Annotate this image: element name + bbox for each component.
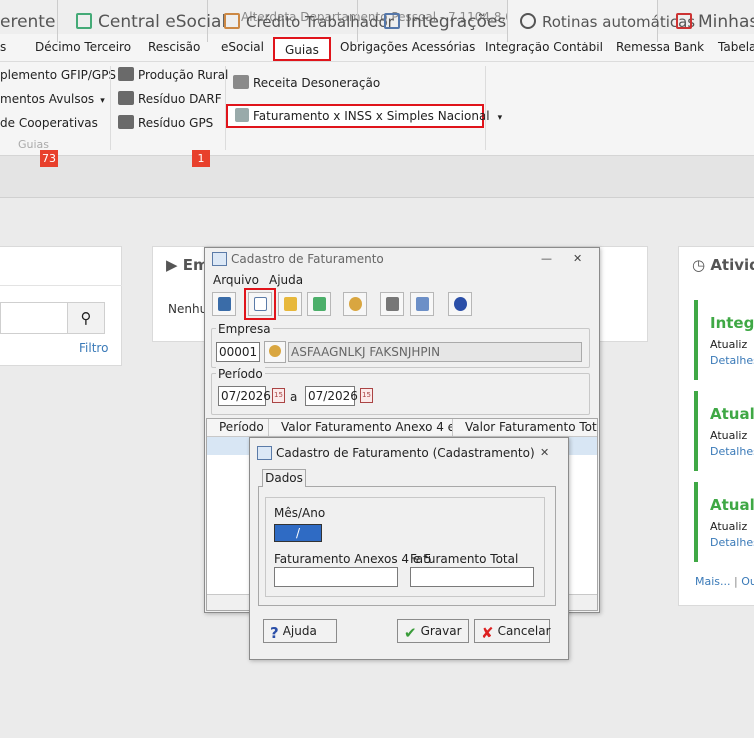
faturamento-icon [235, 108, 249, 122]
empresa-label: Empresa [216, 322, 273, 336]
refresh-icon [313, 297, 326, 311]
search-input[interactable] [0, 302, 68, 334]
menu-arquivo[interactable]: Arquivo [213, 273, 259, 287]
tab-integracoes[interactable]: Integrações [358, 0, 508, 42]
cancelar-button[interactable]: ✘ Cancelar [474, 619, 551, 643]
more-link[interactable]: Mais... | Out [695, 575, 754, 588]
ribbon-cooperativas[interactable]: de Cooperativas [0, 113, 98, 133]
fat-anexos-label: Faturamento Anexos 4 e 5 [274, 552, 432, 566]
search-button[interactable]: ⚲ [67, 302, 105, 334]
magnifier-icon [349, 297, 362, 311]
close-icon[interactable]: ✕ [540, 438, 549, 468]
exit-icon [218, 297, 231, 311]
help-icon [454, 297, 467, 311]
tab-minhas-tarefas[interactable]: Minhas ta [658, 0, 754, 42]
print-button[interactable] [380, 292, 404, 316]
producao-rural-icon [118, 67, 134, 81]
chevron-down-icon: ▾ [100, 96, 105, 106]
minimize-icon[interactable]: — [541, 248, 552, 270]
refresh-button[interactable] [307, 292, 331, 316]
calendar-icon[interactable]: 15 [272, 388, 285, 403]
empresa-code-input[interactable]: 00001 [216, 342, 260, 362]
periodo-separator: a [290, 390, 298, 404]
open-button[interactable] [278, 292, 302, 316]
play-icon: ▶ [166, 256, 183, 274]
grid-header-periodo: Período [207, 419, 269, 437]
search-icon: ⚲ [80, 309, 92, 327]
activity-title: ◷ Ativid [692, 256, 754, 274]
dialog-title: Cadastro de Faturamento (Cadastramento) … [250, 438, 568, 468]
tab-rotinas-automaticas[interactable]: Rotinas automáticas [508, 0, 695, 42]
close-icon[interactable]: ✕ [573, 248, 582, 270]
ajuda-button[interactable]: ? Ajuda [263, 619, 337, 643]
activity-item[interactable]: Atuali Atualiz Detalhes [694, 391, 754, 471]
mes-ano-label: Mês/Ano [274, 506, 326, 520]
periodo-label: Período [216, 367, 265, 381]
tab-strip [0, 156, 754, 198]
chevron-down-icon: ▾ [497, 113, 503, 123]
ribbon-residuo-gps[interactable]: Resíduo GPS [118, 113, 213, 133]
clock-icon: ◷ [692, 256, 711, 274]
search-button[interactable] [343, 292, 367, 316]
ribbon-pagamentos-avulsos[interactable]: mentos Avulsos ▾ [0, 89, 105, 109]
details-link[interactable]: Detalhes [710, 354, 754, 367]
activity-item[interactable]: Atuali Atualiz Detalhes [694, 482, 754, 562]
empresa-name-field: ASFAAGNLKJ FAKSNJHPIN [288, 342, 582, 362]
clock-icon [520, 13, 536, 29]
magnifier-icon [269, 345, 281, 357]
middle-card-text: Nenhu [168, 302, 208, 316]
middle-card-title: ▶ Em [166, 256, 209, 274]
grid-header-total: Valor Faturamento Total [453, 419, 597, 437]
desoneracao-icon [233, 75, 249, 89]
exit-button[interactable] [212, 292, 236, 316]
menu-ajuda[interactable]: Ajuda [269, 273, 303, 287]
ribbon-faturamento-inss[interactable]: Faturamento x INSS x Simples Nacional ▾ [226, 104, 502, 128]
esocial-icon [76, 13, 92, 29]
highlight-box [244, 288, 276, 320]
notification-badge: 1 [192, 150, 210, 167]
help-icon: ? [270, 624, 279, 642]
calendar-icon[interactable]: 15 [360, 388, 373, 403]
filter-link[interactable]: Filtro [79, 341, 108, 355]
gps-icon [118, 115, 134, 129]
preview-button[interactable] [410, 292, 434, 316]
ribbon-producao-rural[interactable]: Produção Rural [118, 65, 228, 85]
details-link[interactable]: Detalhes [710, 445, 754, 458]
darf-icon [118, 91, 134, 105]
ribbon-complemento-gfip[interactable]: plemento GFIP/GPS [0, 65, 116, 85]
details-link[interactable]: Detalhes [710, 536, 754, 549]
credito-icon [224, 13, 240, 29]
dialog-title: Cadastro de Faturamento — ✕ [205, 248, 599, 270]
tab-credito-trabalhador[interactable]: Crédito Trabalhador [208, 0, 394, 42]
gravar-button[interactable]: ✔ Gravar [397, 619, 469, 643]
folder-icon [284, 297, 297, 311]
app-icon [257, 446, 272, 460]
fat-anexos-input[interactable] [274, 567, 398, 587]
periodo-from-input[interactable]: 07/2026 [218, 386, 271, 406]
tab-dados[interactable]: Dados [262, 469, 306, 487]
tab-central-esocial[interactable]: Central eSocial [58, 0, 226, 42]
activity-item[interactable]: Integr Atualiz Detalhes [694, 300, 754, 380]
empresa-search-button[interactable] [264, 341, 286, 363]
preview-icon [416, 297, 429, 311]
printer-icon [386, 297, 399, 311]
grid-header-anexo: Valor Faturamento Anexo 4 e 5 [269, 419, 453, 437]
ribbon-residuo-darf[interactable]: Resíduo DARF [118, 89, 222, 109]
periodo-to-input[interactable]: 07/2026 [305, 386, 358, 406]
ribbon-receita-desoneracao[interactable]: Receita Desoneração [233, 73, 380, 93]
fat-total-label: Faturamento Total [410, 552, 519, 566]
tab-gerente[interactable]: erente [0, 0, 58, 42]
integracoes-icon [384, 13, 400, 29]
help-button[interactable] [448, 292, 472, 316]
mes-ano-input[interactable]: / [274, 524, 322, 542]
check-icon: ✔ [404, 624, 417, 642]
checkbox-icon [676, 13, 692, 29]
cancel-icon: ✘ [481, 624, 494, 642]
app-icon [212, 252, 227, 266]
fat-total-input[interactable] [410, 567, 534, 587]
notification-badge: 73 [40, 150, 58, 167]
